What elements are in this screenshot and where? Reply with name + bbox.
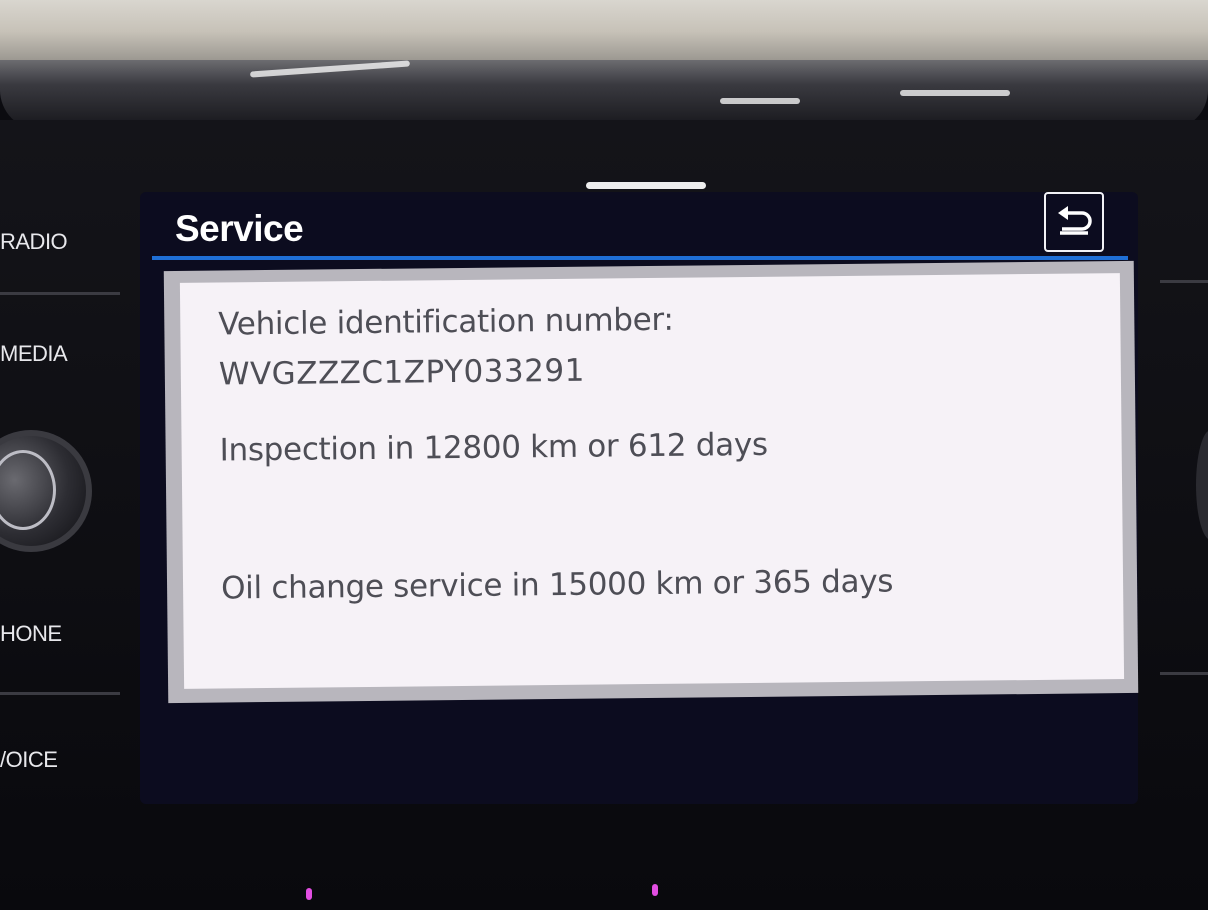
media-hard-key[interactable]: MEDIA	[0, 336, 118, 372]
pull-down-handle[interactable]	[586, 182, 706, 189]
voice-hard-key[interactable]: /OICE	[0, 742, 118, 778]
return-arrow-icon	[1058, 206, 1092, 235]
oil-change-due: Oil change service in 15000 km or 365 da…	[220, 563, 894, 607]
page-title: Service	[175, 208, 304, 249]
title-underline	[152, 256, 1128, 260]
hard-key-divider	[0, 292, 120, 295]
radio-hard-key[interactable]: RADIO	[0, 224, 118, 260]
ambient-light	[306, 888, 312, 900]
vin-label: Vehicle identification number:	[218, 301, 674, 343]
light-reflection	[900, 90, 1010, 96]
vin-value: WVGZZZC1ZPY033291	[218, 352, 586, 393]
phone-hard-key[interactable]: HONE	[0, 616, 118, 652]
hard-key-divider	[1160, 672, 1208, 675]
light-reflection	[720, 98, 800, 104]
hard-key-divider	[0, 692, 120, 695]
service-info-content: Vehicle identification number: WVGZZZC1Z…	[179, 273, 1125, 689]
hard-key-divider	[1160, 280, 1208, 283]
back-button[interactable]	[1044, 192, 1104, 252]
service-info-panel: Vehicle identification number: WVGZZZC1Z…	[163, 260, 1139, 704]
ambient-light	[652, 884, 658, 896]
inspection-due: Inspection in 12800 km or 612 days	[219, 426, 768, 469]
